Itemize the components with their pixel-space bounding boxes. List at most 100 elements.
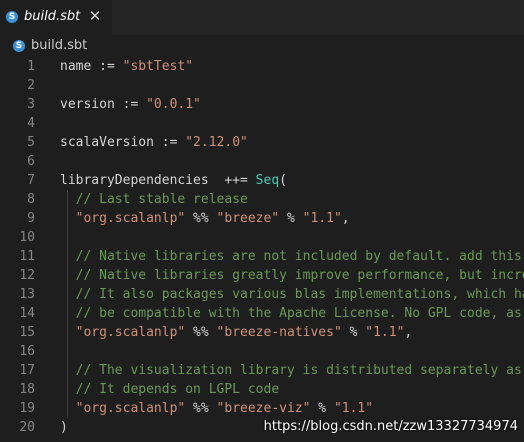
code-text: // Native libraries greatly improve perf… <box>60 266 524 285</box>
code-token: "breeze" <box>216 211 280 226</box>
code-token: // The visualization library is distribu… <box>60 363 522 378</box>
code-token: , <box>341 211 350 226</box>
code-text: "org.scalanlp" %% "breeze-natives" % "1.… <box>60 323 413 342</box>
code-line: 16 <box>0 342 524 361</box>
code-line: 9 "org.scalanlp" %% "breeze" % "1.1", <box>0 209 524 228</box>
code-line: 7 libraryDependencies ++= Seq( <box>0 171 524 190</box>
line-number: 8 <box>27 192 35 207</box>
code-token: // be compatible with the Apache License… <box>60 306 522 321</box>
code-text: // Native libraries are not included by … <box>60 247 522 266</box>
line-number: 6 <box>27 154 35 169</box>
code-token: // It also packages various blas impleme… <box>60 287 524 302</box>
code-token: "breeze-viz" <box>216 401 311 416</box>
line-number: 11 <box>19 249 35 264</box>
code-token: "2.12.0" <box>185 135 248 150</box>
tab-build-sbt[interactable]: S build.sbt ✕ <box>0 0 112 35</box>
code-line: 6 <box>0 152 524 171</box>
code-token: Seq <box>255 173 280 188</box>
line-number: 1 <box>27 59 35 74</box>
line-number: 17 <box>19 363 35 378</box>
code-line: 8 // Last stable release <box>0 190 524 209</box>
code-text: // be compatible with the Apache License… <box>60 304 522 323</box>
indent-guide <box>67 342 68 361</box>
sbt-file-icon: S <box>6 11 18 23</box>
code-token: % <box>341 325 366 340</box>
line-number: 13 <box>19 287 35 302</box>
sbt-file-icon: S <box>13 40 25 52</box>
code-editor[interactable]: 1 name := "sbtTest" 2 3 version := "0.0.1" 4 5… <box>0 57 524 442</box>
code-token: // Native libraries greatly improve perf… <box>60 268 524 283</box>
code-token: "1.1" <box>365 325 405 340</box>
code-line: 14 // be compatible with the Apache Lice… <box>0 304 524 323</box>
line-number: 9 <box>27 211 35 226</box>
code-line: 18 // It depends on LGPL code <box>0 380 524 399</box>
tab-label: build.sbt <box>24 9 81 24</box>
watermark: https://blog.csdn.net/zzw13327734974 <box>263 419 518 434</box>
indent-guide <box>67 228 68 247</box>
code-token: , <box>404 325 413 340</box>
code-text: libraryDependencies ++= Seq( <box>60 171 287 190</box>
tab-bar: S build.sbt ✕ <box>0 0 524 35</box>
code-line: 19 "org.scalanlp" %% "breeze-viz" % "1.1… <box>0 399 524 418</box>
code-token: "1.1" <box>302 211 342 226</box>
code-token: ) <box>60 420 68 435</box>
code-token: "org.scalanlp" <box>75 325 186 340</box>
code-token: "1.1" <box>333 401 374 416</box>
line-number: 7 <box>27 173 35 188</box>
code-text: "org.scalanlp" %% "breeze-viz" % "1.1" <box>60 399 373 418</box>
code-token: version := <box>60 97 147 112</box>
line-number: 20 <box>19 420 35 435</box>
code-line: 17 // The visualization library is distr… <box>0 361 524 380</box>
code-token: libraryDependencies ++= <box>60 173 256 188</box>
code-token: "0.0.1" <box>146 97 201 112</box>
code-line: 10 <box>0 228 524 247</box>
code-token: "breeze-natives" <box>216 325 342 340</box>
code-line: 4 <box>0 114 524 133</box>
line-number: 10 <box>19 230 35 245</box>
code-token: // Native libraries are not included by … <box>60 249 522 264</box>
code-token: // It depends on LGPL code <box>60 382 280 397</box>
code-text: "org.scalanlp" %% "breeze" % "1.1", <box>60 209 350 228</box>
code-line: 12 // Native libraries greatly improve p… <box>0 266 524 285</box>
line-number: 3 <box>27 97 35 112</box>
code-line: 3 version := "0.0.1" <box>0 95 524 114</box>
code-token: % <box>310 401 334 416</box>
line-number: 14 <box>19 306 35 321</box>
code-token: // Last stable release <box>60 192 248 207</box>
line-number: 5 <box>27 135 35 150</box>
code-line: 1 name := "sbtTest" <box>0 57 524 76</box>
code-line: 5 scalaVersion := "2.12.0" <box>0 133 524 152</box>
code-text: // It also packages various blas impleme… <box>60 285 524 304</box>
code-token: %% <box>185 325 217 340</box>
line-number: 15 <box>19 325 35 340</box>
breadcrumb: S build.sbt <box>0 35 524 57</box>
code-text: // The visualization library is distribu… <box>60 361 522 380</box>
line-number: 18 <box>19 382 35 397</box>
code-text: // Last stable release <box>60 190 248 209</box>
code-token: %% <box>185 401 217 416</box>
code-text: // It depends on LGPL code <box>60 380 280 399</box>
line-number: 2 <box>27 78 35 93</box>
code-text: ) <box>60 418 68 437</box>
code-text: version := "0.0.1" <box>60 95 201 114</box>
close-icon[interactable]: ✕ <box>88 8 102 24</box>
code-text: scalaVersion := "2.12.0" <box>60 133 248 152</box>
code-text: name := "sbtTest" <box>60 57 193 76</box>
code-token: "org.scalanlp" <box>75 401 186 416</box>
code-token: "sbtTest" <box>122 59 194 74</box>
line-number: 12 <box>19 268 35 283</box>
code-token: "org.scalanlp" <box>75 211 186 226</box>
code-token: scalaVersion := <box>60 135 186 150</box>
code-line: 11 // Native libraries are not included … <box>0 247 524 266</box>
code-token: ( <box>279 173 287 188</box>
code-line: 15 "org.scalanlp" %% "breeze-natives" % … <box>0 323 524 342</box>
code-token: % <box>279 211 303 226</box>
line-number: 4 <box>27 116 35 131</box>
line-number: 19 <box>19 401 35 416</box>
code-line: 13 // It also packages various blas impl… <box>0 285 524 304</box>
breadcrumb-item-build-sbt[interactable]: build.sbt <box>31 38 87 53</box>
code-token: name := <box>60 59 123 74</box>
